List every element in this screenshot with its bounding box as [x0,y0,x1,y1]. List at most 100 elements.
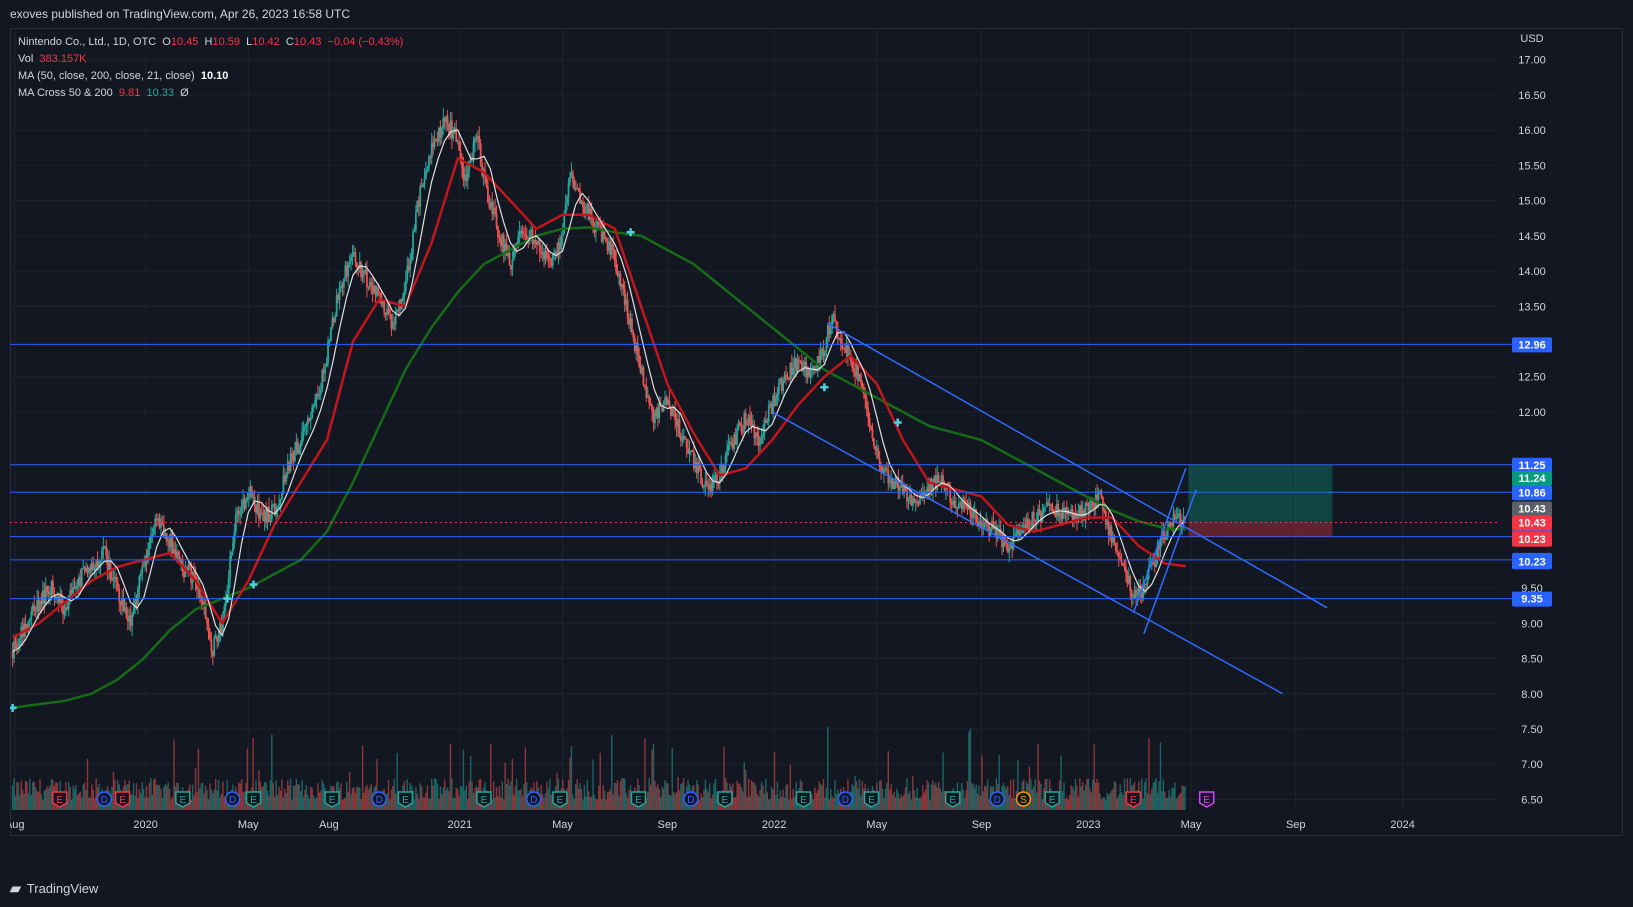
candle-body [726,450,728,456]
volume-bar [1076,785,1078,810]
volume-bar [344,797,347,810]
volume-bar [828,799,830,810]
volume-bar [1109,792,1111,810]
volume-bar [891,794,894,810]
level-price-tag: 9.35 [1521,594,1542,606]
volume-bar [469,756,472,810]
volume-bar [739,783,741,810]
candle-body [409,260,412,271]
candle-body [885,468,888,471]
candle-body [561,233,564,237]
candle-body [983,523,986,528]
candle-body [877,448,880,459]
volume-bar [263,782,266,810]
candle-body [422,184,424,187]
volume-bar [935,782,937,810]
candle-body [403,291,406,297]
volume-bar [817,790,819,810]
volume-bar [413,799,416,810]
candle-body [511,259,514,270]
volume-bar [821,785,823,810]
volume-bar [713,783,715,810]
volume-bar [652,744,655,810]
candle-body [824,351,826,357]
ma-cross-label[interactable]: MA Cross 50 & 200 [18,87,113,99]
footer-brand[interactable]: ▰ TradingView [10,877,98,899]
volume-bar [734,796,737,810]
volume-bar [160,789,162,810]
candle-body [137,588,139,605]
candle-body [350,256,352,262]
y-tick-label: 16.50 [1518,90,1546,102]
volume-bar [909,791,911,810]
volume-bar [1084,784,1087,810]
volume-bar [760,781,763,810]
volume-bar [939,787,941,810]
volume-bar [217,779,220,810]
event-label: D [687,795,694,806]
volume-bar [880,779,882,810]
volume-bar [491,799,493,810]
volume-bar [592,759,594,810]
ma-label[interactable]: MA (50, close, 200, close, 21, close) [18,70,195,82]
volume-bar [1162,779,1165,810]
volume-bar [199,788,201,810]
volume-bar [464,790,466,810]
x-tick-label: May [866,819,887,831]
volume-label[interactable]: Vol [18,53,33,65]
candle-body [508,252,511,266]
axis-price-tag: 10.43 [1518,503,1546,515]
volume-bar [818,781,820,810]
volume-bar [197,748,200,810]
volume-bar [305,785,308,810]
candle-body [1122,562,1124,566]
price-chart-svg[interactable]: USD 17.00 16.50 16.00 15.50 15.00 14.50 14.00 13… [5,28,1623,873]
candle-body [309,417,312,421]
volume-bar [585,796,587,810]
symbol-name[interactable]: Nintendo Co., Ltd., 1D, OTC [18,36,156,48]
volume-bar [265,782,267,810]
event-label: E [119,795,126,806]
candle-body [427,156,430,169]
volume-bar [1123,778,1126,810]
volume-bar [445,789,447,810]
volume-bar [415,787,417,810]
volume-bar [492,781,495,810]
candle-body [347,263,350,277]
candle-body [864,394,867,399]
candle-body [1175,517,1178,520]
volume-bar [16,781,18,810]
candle-body [76,586,79,588]
chart-area[interactable]: USD 17.00 16.50 16.00 15.50 15.00 14.50 14.00 13… [5,28,1623,873]
volume-bar [510,781,512,810]
volume-bar [603,790,606,810]
volume-bar [312,795,315,810]
volume-bar [573,798,576,810]
volume-bar [206,789,208,810]
volume-bar [520,788,522,810]
candle-body [825,339,828,352]
candle-body [101,549,103,561]
volume-bar [301,780,303,810]
volume-bar [219,797,221,810]
volume-bar [660,797,662,810]
candle-body [829,329,832,335]
event-label: D [994,795,1001,806]
candle-body [139,573,142,577]
y-tick-label: 12.50 [1518,372,1546,384]
candle-body [1120,560,1123,563]
level-price-tag: 12.96 [1518,339,1546,351]
volume-bar [611,735,613,810]
candle-body [809,368,812,377]
volume-bar [370,783,372,810]
volume-bar [940,791,943,810]
candle-body [426,168,429,172]
volume-bar [274,796,276,810]
candle-body [351,254,354,257]
candle-body [851,361,854,369]
volume-bar [504,762,506,810]
volume-bar [742,791,744,810]
volume-bar [1156,793,1159,810]
volume-bar [1166,797,1169,810]
volume-bar [626,797,629,810]
